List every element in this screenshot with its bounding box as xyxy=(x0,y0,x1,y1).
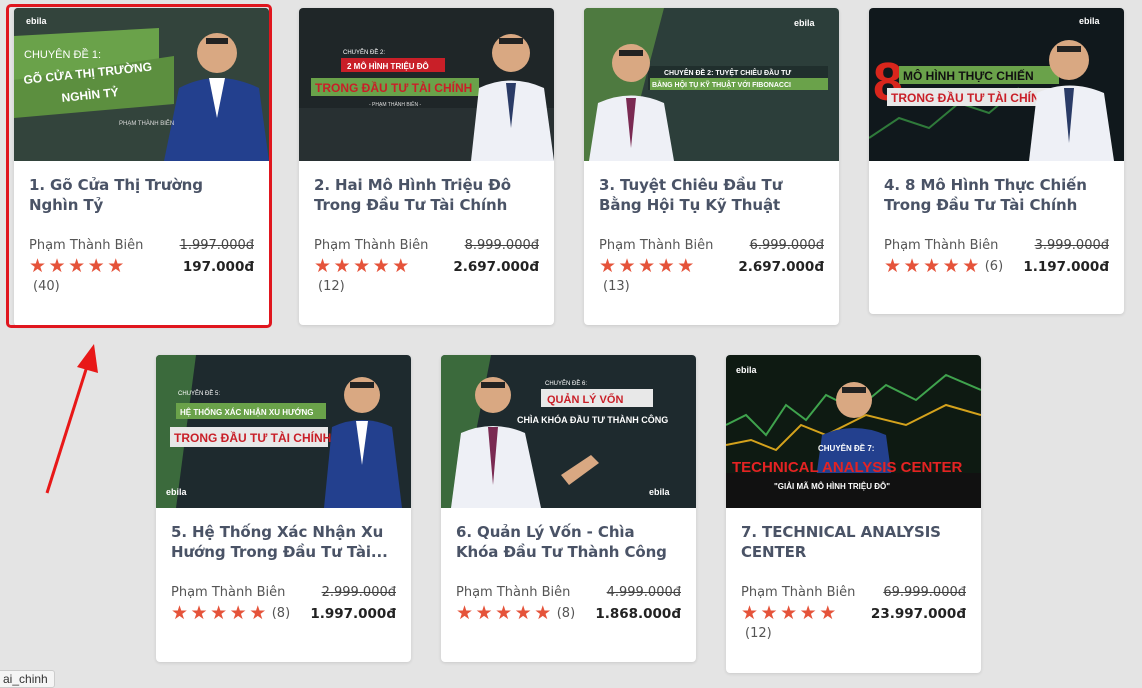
annotation-arrow xyxy=(45,344,98,494)
status-tooltip: ai_chinh xyxy=(0,670,55,688)
